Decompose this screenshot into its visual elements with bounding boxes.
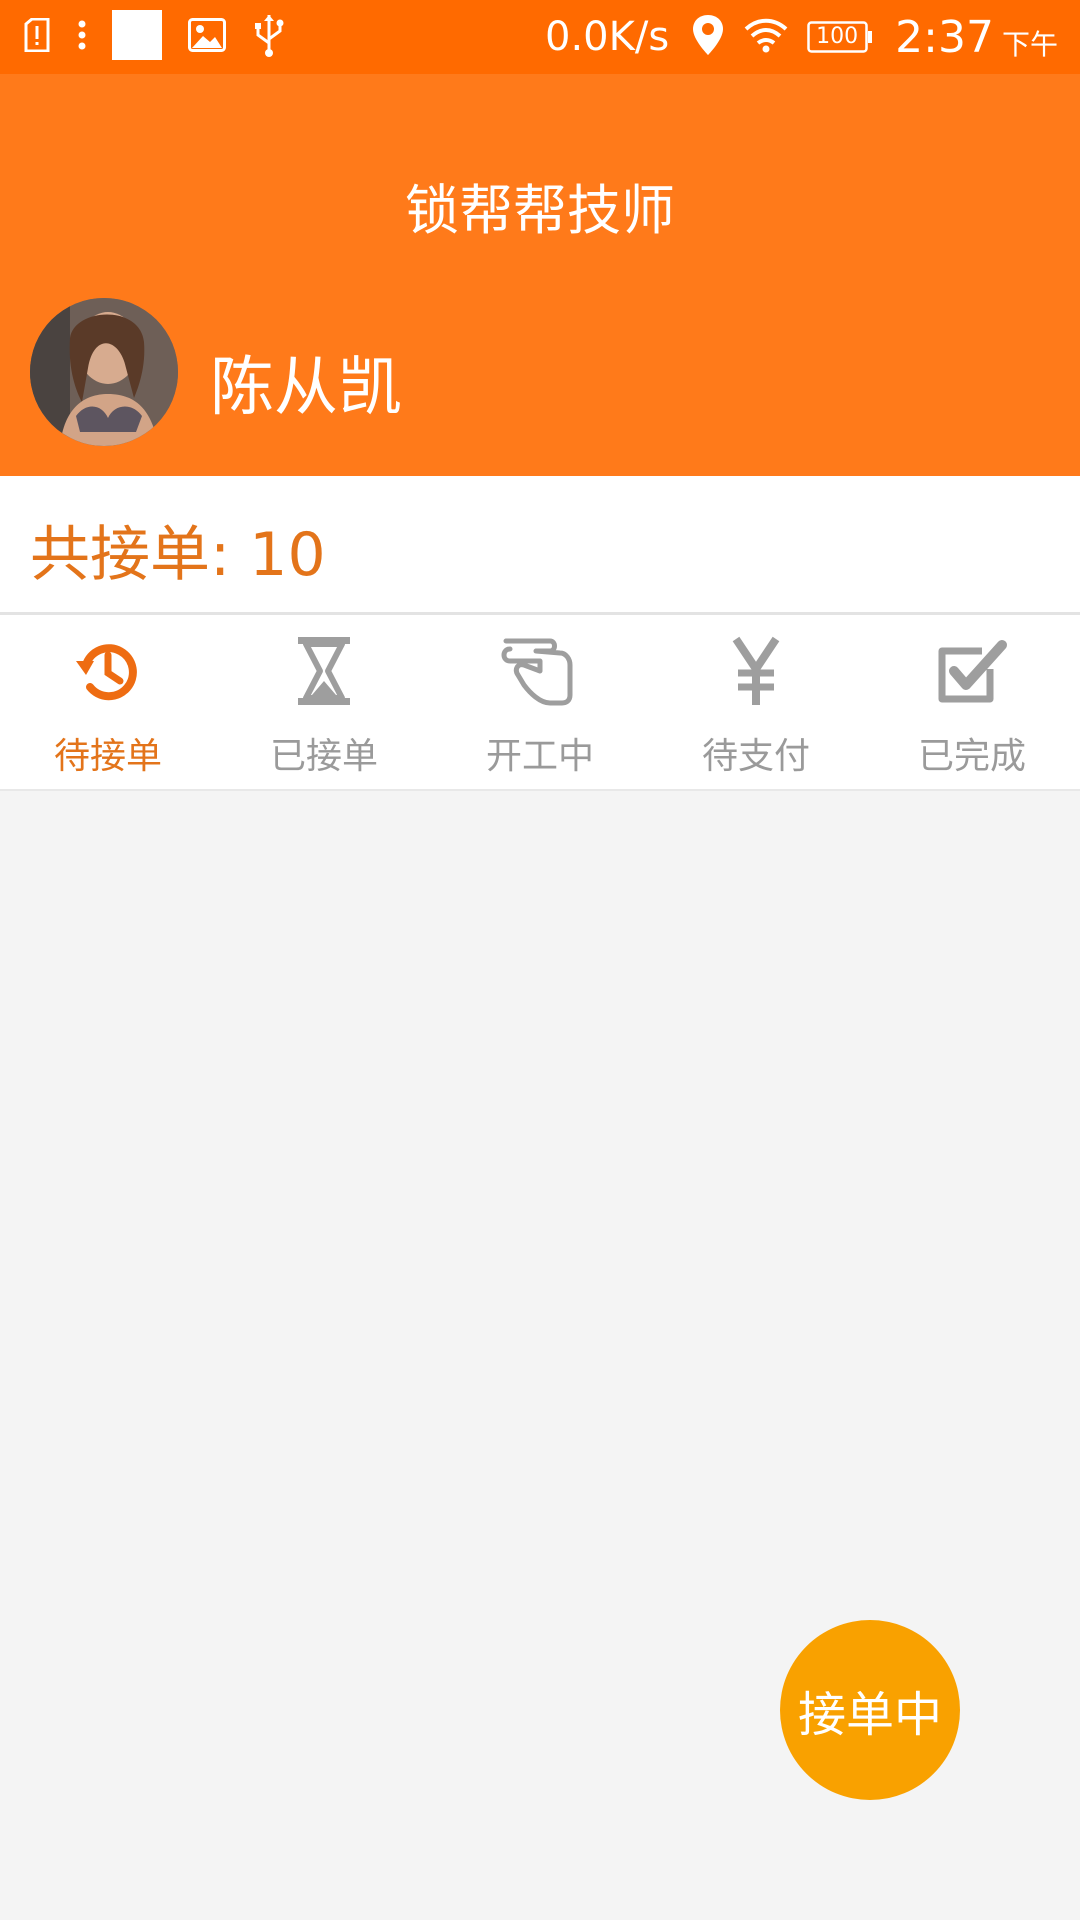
order-status-tabs: 待接单 已接单 开工中 待支付 已完成 [0, 615, 1080, 791]
tab-in-progress[interactable]: 开工中 [432, 615, 648, 789]
battery-icon: 100 [807, 21, 873, 53]
status-bar: 0.0K/s 100 2:37 下午 [0, 0, 1080, 74]
accepting-orders-button[interactable]: 接单中 [780, 1620, 960, 1800]
battery-level: 100 [816, 24, 859, 49]
network-speed: 0.0K/s [545, 14, 670, 60]
order-summary: 共接单: 10 [0, 476, 1080, 615]
tab-label: 待接单 [53, 736, 162, 777]
app-title: 锁帮帮技师 [405, 179, 675, 242]
history-clock-icon [72, 635, 144, 707]
image-icon [188, 18, 226, 56]
clock-ampm: 下午 [1001, 28, 1058, 61]
tab-pending-accept[interactable]: 待接单 [0, 615, 216, 789]
tab-label: 待支付 [701, 736, 810, 777]
white-square-icon [112, 10, 162, 64]
avatar-photo [30, 298, 178, 446]
status-bar-left [22, 10, 312, 64]
total-orders-text: 共接单: 10 [30, 520, 326, 590]
status-bar-right: 0.0K/s 100 2:37 下午 [545, 8, 1058, 66]
hourglass-icon [288, 635, 360, 707]
avatar[interactable] [30, 298, 178, 446]
clock-time: 2:37 [895, 11, 994, 63]
tab-label: 已完成 [917, 736, 1026, 777]
tab-label: 已接单 [269, 736, 378, 777]
profile-header: 锁帮帮技师 陈从凯 [0, 74, 1080, 476]
wifi-icon [743, 17, 789, 57]
tab-completed[interactable]: 已完成 [864, 615, 1080, 789]
alert-sim-icon [22, 17, 52, 56]
location-icon [691, 13, 725, 61]
checkbox-checked-icon [936, 635, 1008, 707]
pointing-hand-icon [500, 635, 580, 707]
tab-label: 开工中 [485, 736, 594, 777]
user-name: 陈从凯 [210, 351, 402, 425]
tab-pending-payment[interactable]: 待支付 [648, 615, 864, 789]
yen-icon [720, 635, 792, 707]
tab-accepted[interactable]: 已接单 [216, 615, 432, 789]
usb-icon [252, 13, 286, 61]
more-dots-icon [78, 20, 86, 54]
